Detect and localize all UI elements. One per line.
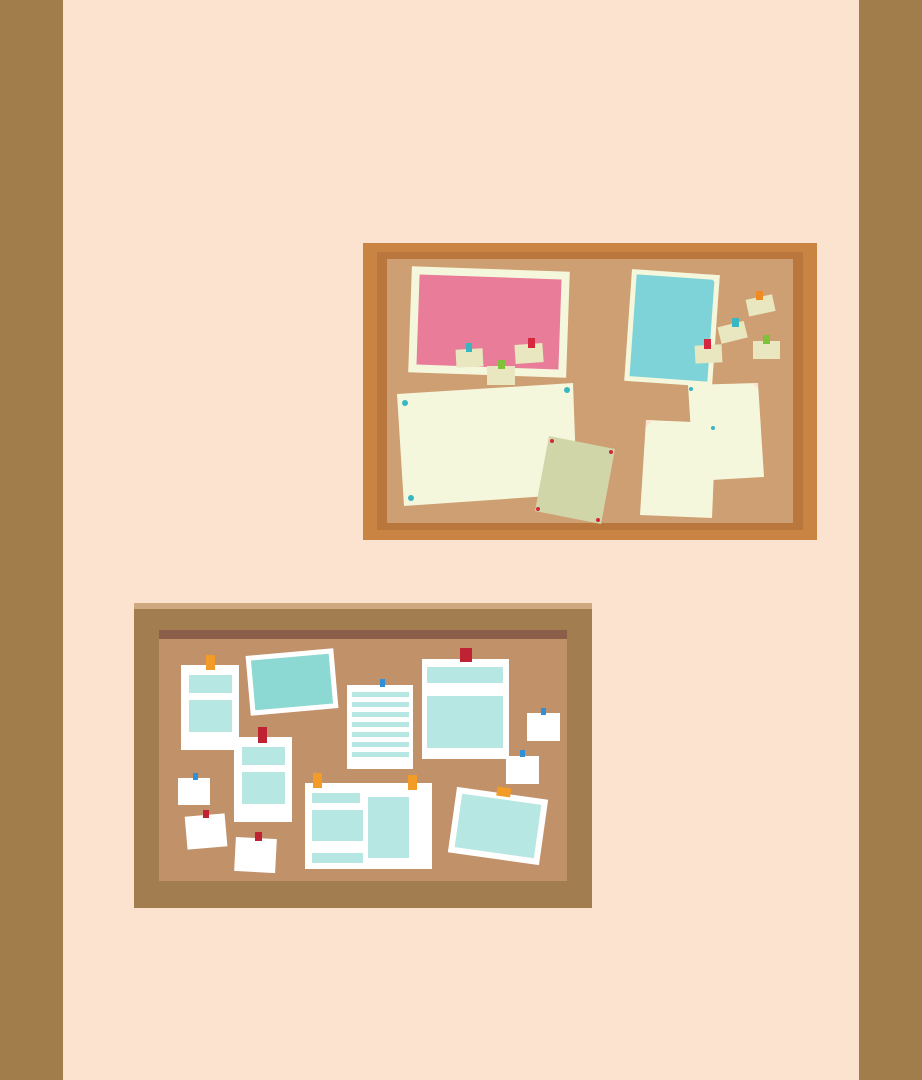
pin-teal <box>408 495 414 501</box>
pink-photo <box>408 266 570 378</box>
pin-teal <box>564 387 570 393</box>
tape-red <box>460 648 472 662</box>
pin-teal <box>732 318 739 327</box>
lined-list <box>347 679 413 769</box>
photo <box>245 648 339 716</box>
pin-blue <box>193 773 198 780</box>
right-pillar <box>859 0 922 1080</box>
board-frame-top <box>134 603 592 609</box>
corkboard-bottom <box>134 603 592 908</box>
pin-orange <box>756 291 763 300</box>
corkboard-scene <box>0 0 922 1080</box>
pin-blue <box>520 750 525 757</box>
tape-red <box>255 832 262 841</box>
pin-red <box>609 450 613 454</box>
pin-green <box>498 360 505 369</box>
olive-note <box>535 436 615 524</box>
tape-orange <box>408 775 417 790</box>
pin-red <box>704 339 711 349</box>
pin-teal <box>466 343 472 352</box>
left-pillar <box>0 0 63 1080</box>
pin-red <box>550 439 554 443</box>
cyan-photo <box>624 269 720 387</box>
top-strip <box>159 630 567 639</box>
document <box>234 727 292 822</box>
pin-teal <box>711 426 715 430</box>
corkboard-top <box>363 243 817 540</box>
pin-blue <box>380 679 385 687</box>
tape-orange <box>206 655 215 670</box>
tape-orange <box>313 773 322 788</box>
tall-paper <box>640 420 716 518</box>
pin-red <box>536 507 540 511</box>
tape-red <box>258 727 267 743</box>
tape-red <box>203 810 209 818</box>
document <box>181 655 239 750</box>
pin-green <box>763 335 770 344</box>
pin-teal <box>402 400 408 406</box>
wide-document <box>305 773 432 869</box>
pin-teal <box>689 387 693 391</box>
pin-red <box>528 338 535 348</box>
pin-red <box>596 518 600 522</box>
document <box>422 648 509 759</box>
pin-blue <box>541 708 546 715</box>
